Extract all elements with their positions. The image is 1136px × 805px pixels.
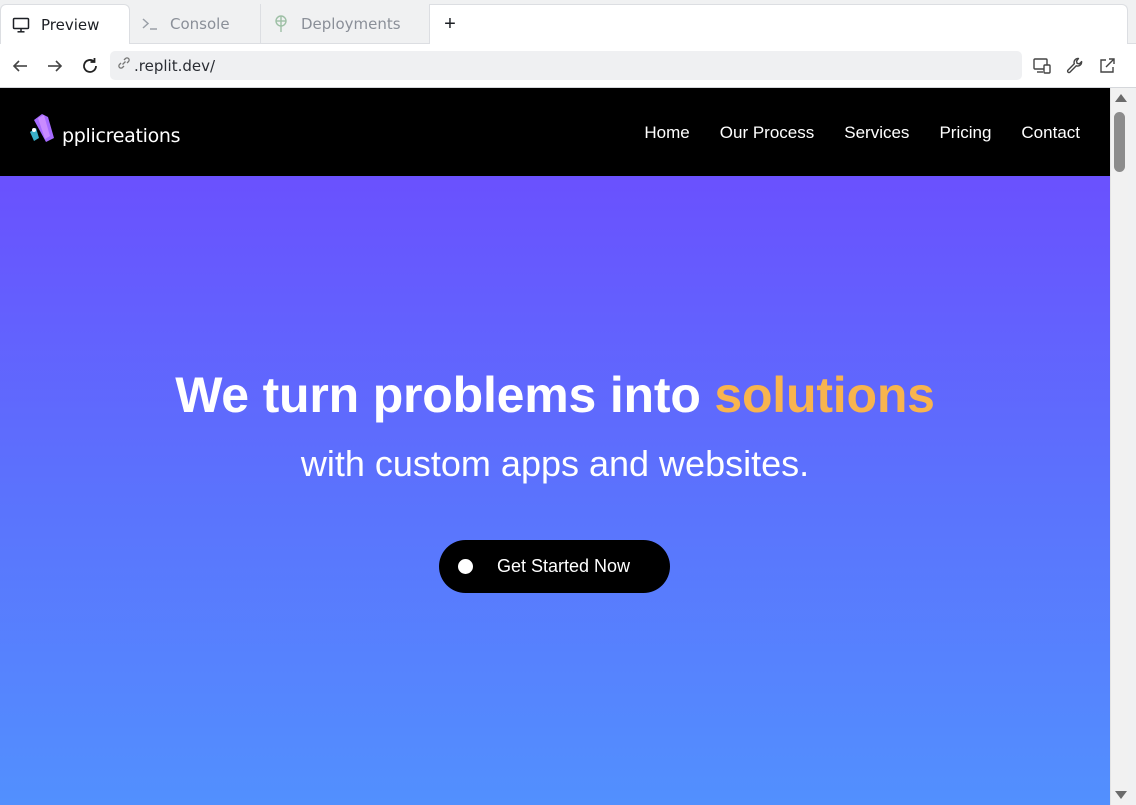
tab-console[interactable]: Console bbox=[130, 4, 261, 44]
scroll-down-arrow-icon[interactable] bbox=[1115, 791, 1127, 799]
tab-label: Deployments bbox=[301, 15, 401, 33]
logo-text: pplicreations bbox=[62, 125, 181, 147]
terminal-icon bbox=[140, 14, 160, 34]
site-logo[interactable]: pplicreations bbox=[28, 112, 181, 148]
nav-services[interactable]: Services bbox=[844, 123, 909, 143]
deploy-icon bbox=[271, 14, 291, 34]
tab-label: Preview bbox=[41, 16, 100, 34]
new-tab-button[interactable]: + bbox=[438, 12, 462, 36]
url-text: .replit.dev/ bbox=[134, 56, 216, 75]
hero-section: We turn problems into solutions with cus… bbox=[0, 176, 1110, 805]
button-dot-icon bbox=[458, 559, 473, 574]
tab-strip-fill bbox=[430, 4, 1128, 44]
tab-preview[interactable]: Preview bbox=[0, 4, 130, 45]
scroll-thumb[interactable] bbox=[1114, 112, 1125, 172]
tab-bar: Preview Console Deployments + bbox=[0, 0, 1136, 45]
open-external-button[interactable] bbox=[1095, 54, 1119, 78]
address-row: .replit.dev/ bbox=[0, 44, 1136, 88]
nav-pricing[interactable]: Pricing bbox=[939, 123, 991, 143]
hero-subheadline: with custom apps and websites. bbox=[300, 443, 810, 484]
reload-icon bbox=[83, 58, 97, 73]
site-header: pplicreations Home Our Process Services … bbox=[0, 88, 1110, 176]
monitor-icon bbox=[11, 15, 31, 35]
hero-headline: We turn problems into solutions bbox=[0, 366, 1110, 424]
main-nav: Home Our Process Services Pricing Contac… bbox=[644, 123, 1080, 143]
devices-button[interactable] bbox=[1030, 54, 1054, 78]
scroll-up-arrow-icon[interactable] bbox=[1115, 94, 1127, 102]
tab-label: Console bbox=[170, 15, 230, 33]
nav-our-process[interactable]: Our Process bbox=[720, 123, 814, 143]
headline-accent: solutions bbox=[714, 367, 935, 423]
get-started-button[interactable]: Get Started Now bbox=[439, 540, 670, 593]
vertical-scrollbar[interactable] bbox=[1110, 88, 1128, 805]
preview-viewport: pplicreations Home Our Process Services … bbox=[0, 88, 1110, 805]
headline-main: We turn problems into bbox=[175, 367, 715, 423]
cta-label: Get Started Now bbox=[497, 556, 631, 576]
reload-button[interactable] bbox=[78, 54, 102, 78]
window-edge bbox=[1128, 88, 1136, 805]
devtools-button[interactable] bbox=[1063, 54, 1087, 78]
nav-contact[interactable]: Contact bbox=[1021, 123, 1080, 143]
arrow-right-icon bbox=[48, 60, 63, 72]
forward-button[interactable] bbox=[43, 54, 67, 78]
external-link-icon bbox=[1100, 58, 1115, 73]
devices-icon bbox=[1033, 58, 1051, 74]
url-bar[interactable]: .replit.dev/ bbox=[110, 51, 1022, 80]
arrow-left-icon bbox=[12, 60, 27, 72]
wrench-icon bbox=[1066, 57, 1083, 74]
logo-mark-icon bbox=[30, 114, 54, 142]
nav-home[interactable]: Home bbox=[644, 123, 689, 143]
tab-deployments[interactable]: Deployments bbox=[261, 4, 430, 44]
link-icon bbox=[116, 55, 132, 76]
back-button[interactable] bbox=[8, 54, 32, 78]
